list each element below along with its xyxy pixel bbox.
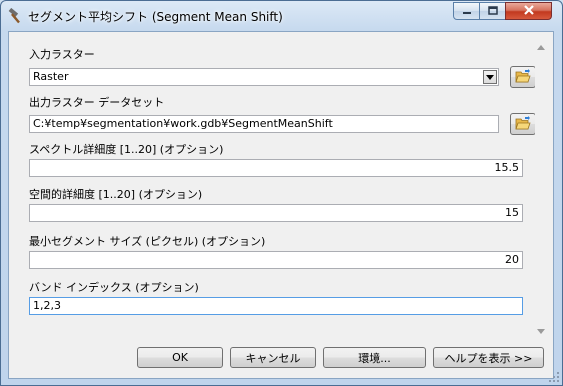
window-title: セグメント平均シフト (Segment Mean Shift) — [28, 10, 283, 24]
output-dataset-label: 出力ラスター データセット — [29, 96, 165, 109]
spatial-detail-input[interactable]: 15 — [29, 204, 523, 222]
input-raster-value: Raster — [33, 70, 69, 83]
hammer-icon — [8, 7, 24, 24]
close-icon — [523, 4, 535, 18]
cancel-button[interactable]: キャンセル — [230, 347, 316, 368]
chevron-down-icon[interactable] — [483, 70, 497, 84]
maximize-icon — [487, 5, 498, 18]
min-segment-size-input[interactable]: 20 — [29, 251, 523, 269]
spectral-detail-input[interactable]: 15.5 — [29, 159, 523, 177]
maximize-button[interactable] — [479, 2, 506, 20]
min-segment-size-label: 最小セグメント サイズ (ピクセル) (オプション) — [29, 235, 266, 248]
output-dataset-browse-button[interactable] — [510, 113, 536, 135]
close-button[interactable] — [505, 2, 552, 20]
output-dataset-input[interactable]: C:¥temp¥segmentation¥work.gdb¥SegmentMea… — [29, 115, 499, 133]
band-indexes-input[interactable]: 1,2,3 — [29, 297, 523, 315]
show-help-button[interactable]: ヘルプを表示 >> — [433, 347, 544, 368]
vertical-scrollbar[interactable] — [535, 36, 547, 336]
input-raster-combobox[interactable]: Raster — [29, 68, 499, 86]
spatial-detail-label: 空間的詳細度 [1..20] (オプション) — [29, 188, 203, 201]
ok-button[interactable]: OK — [137, 347, 223, 368]
environments-button[interactable]: 環境... — [323, 347, 426, 368]
input-raster-browse-button[interactable] — [510, 66, 536, 88]
minimize-icon — [462, 5, 472, 18]
parameters-panel: 入力ラスター Raster 出力ラスター データセット C:¥temp¥segm… — [14, 36, 536, 336]
open-folder-icon — [515, 68, 531, 86]
band-indexes-label: バンド インデックス (オプション) — [29, 281, 199, 294]
spectral-detail-label: スペクトル詳細度 [1..20] (オプション) — [29, 143, 224, 156]
input-raster-label: 入力ラスター — [29, 48, 95, 61]
resize-grip-icon[interactable] — [548, 371, 560, 383]
minimize-button[interactable] — [453, 2, 480, 20]
scroll-up-icon[interactable] — [537, 40, 545, 53]
title-bar[interactable]: セグメント平均シフト (Segment Mean Shift) — [1, 1, 562, 31]
scroll-down-icon[interactable] — [537, 324, 545, 337]
open-folder-icon — [515, 115, 531, 133]
